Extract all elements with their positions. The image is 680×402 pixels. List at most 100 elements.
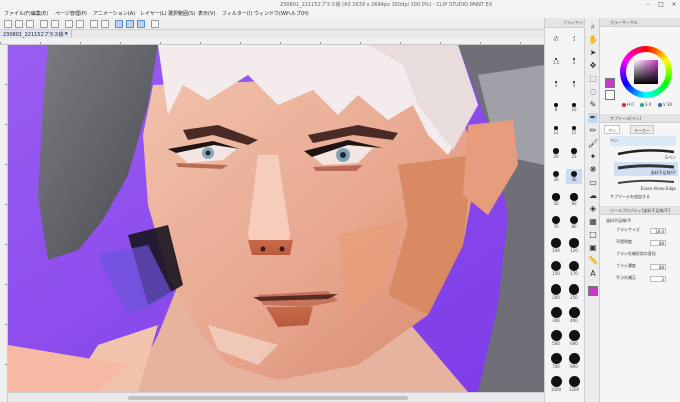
brush-size-option[interactable]: 250 xyxy=(566,284,582,300)
fill-icon[interactable]: ◈ xyxy=(588,204,598,214)
menu-view[interactable]: 表示(V) xyxy=(198,10,215,17)
brush-size-option[interactable]: 150 xyxy=(548,261,564,276)
zoom-icon[interactable]: ⌕ xyxy=(588,22,598,32)
tool-property-row[interactable]: ブラシサイズ 18.0 xyxy=(616,227,678,236)
save-icon[interactable] xyxy=(26,20,34,28)
brush-size-option[interactable]: 170 xyxy=(566,261,582,276)
transform-icon[interactable] xyxy=(76,20,84,28)
airbrush-icon[interactable]: ✦ xyxy=(588,152,598,162)
deselect-icon[interactable] xyxy=(90,20,98,28)
brush-size-option[interactable]: 500 xyxy=(548,330,564,346)
tab-close-icon[interactable]: × xyxy=(64,31,68,37)
brush-size-option[interactable]: 2 xyxy=(566,54,582,69)
brush-size-option[interactable]: 5 xyxy=(566,77,582,92)
menu-layer[interactable]: レイヤー(L) xyxy=(140,10,167,17)
menu-edit[interactable]: 編集(E) xyxy=(31,10,48,17)
minimize-button[interactable]: – xyxy=(642,0,654,9)
add-subtool-button[interactable]: サブツールを追加する xyxy=(610,192,676,202)
tool-property-value[interactable]: 3 xyxy=(650,276,666,282)
menu-file[interactable]: ファイル(F) xyxy=(4,10,31,17)
maximize-button[interactable]: □ xyxy=(655,0,667,9)
main-color-chip[interactable] xyxy=(605,78,615,88)
brush-size-option[interactable]: 40 xyxy=(566,169,582,184)
lasso-icon[interactable]: ◌ xyxy=(588,87,598,97)
menu-select[interactable]: 選択範囲(S) xyxy=(168,10,195,17)
brush-size-option[interactable]: 600 xyxy=(566,330,582,346)
invert-icon[interactable] xyxy=(101,20,109,28)
clear-icon[interactable] xyxy=(65,20,73,28)
brush-size-option[interactable]: 1200 xyxy=(566,376,582,392)
color-wheel[interactable] xyxy=(620,46,672,98)
brush-size-option[interactable]: 120 xyxy=(566,238,582,253)
brush-size-option[interactable]: 1000 xyxy=(548,376,564,392)
brush-size-option[interactable]: 15 xyxy=(566,123,582,138)
tool-property-row[interactable]: 不透明度 88 xyxy=(616,239,678,248)
pen-icon[interactable]: ✒ xyxy=(588,113,598,123)
hand-icon[interactable]: ✋ xyxy=(588,35,598,45)
menu-filter[interactable]: フィルター(I) xyxy=(222,10,252,17)
eraser-icon[interactable]: ▭ xyxy=(588,178,598,188)
brush-size-option[interactable]: 12 xyxy=(548,123,564,138)
tool-property-row[interactable]: ブラシ濃度 88 xyxy=(616,263,678,272)
brush-size-option[interactable]: 1 xyxy=(566,31,582,46)
subtool-item-pen[interactable]: ペン xyxy=(610,136,676,146)
brush-size-option[interactable]: 80 xyxy=(566,215,582,230)
eyedropper-icon[interactable]: ✎ xyxy=(588,100,598,110)
brush-size-option[interactable]: 30 xyxy=(548,169,564,184)
subtool-item-gpen[interactable]: Gペン xyxy=(614,147,678,161)
decoration-icon[interactable]: ❋ xyxy=(588,165,598,175)
frame-icon[interactable]: ▣ xyxy=(588,243,598,253)
sub-color-chip[interactable] xyxy=(605,90,615,100)
snap-ruler-icon[interactable] xyxy=(115,20,123,28)
open-file-icon[interactable] xyxy=(15,20,23,28)
snap-grid-icon[interactable] xyxy=(137,20,145,28)
tool-property-row[interactable]: 手ぶれ補正 3 xyxy=(616,275,678,284)
document-tab[interactable]: 230801_221152プラス絵 * × xyxy=(0,30,72,38)
text-icon[interactable]: A xyxy=(588,269,598,279)
brush-size-option[interactable]: 800 xyxy=(566,353,582,369)
saturation-value-square[interactable] xyxy=(634,60,658,84)
redo-icon[interactable] xyxy=(51,20,59,28)
pencil-icon[interactable]: ✏ xyxy=(588,126,598,136)
menu-animation[interactable]: アニメーション(A) xyxy=(93,10,135,17)
brush-size-option[interactable]: 300 xyxy=(548,307,564,323)
selection-icon[interactable]: ⬚ xyxy=(588,74,598,84)
tool-property-value[interactable]: 18.0 xyxy=(650,228,666,234)
quick-access-icon[interactable] xyxy=(151,20,159,28)
menu-help[interactable]: ヘルプ(H) xyxy=(286,10,309,17)
operation-icon[interactable]: ➤ xyxy=(588,48,598,58)
brush-size-option[interactable]: 700 xyxy=(548,353,564,369)
brush-size-option[interactable]: 100 xyxy=(548,238,564,253)
tool-property-row[interactable]: ブラシ先端形状の変化 xyxy=(616,251,678,260)
horizontal-scrollbar[interactable] xyxy=(8,392,544,402)
gradient-icon[interactable]: ▦ xyxy=(588,217,598,227)
close-button[interactable]: × xyxy=(668,0,680,9)
snap-guide-icon[interactable] xyxy=(126,20,134,28)
brush-size-option[interactable]: 60 xyxy=(566,192,582,207)
new-file-icon[interactable] xyxy=(4,20,12,28)
brush-size-option[interactable]: 8 xyxy=(548,100,564,115)
brush-size-option[interactable]: 10 xyxy=(566,100,582,115)
tool-property-value[interactable]: 88 xyxy=(650,264,666,270)
scrollbar-thumb[interactable] xyxy=(128,396,408,400)
brush-size-option[interactable]: 400 xyxy=(566,307,582,323)
brush-size-option[interactable]: 1.5 xyxy=(548,54,564,69)
menu-page[interactable]: ページ管理(P) xyxy=(55,10,87,17)
tool-property-value[interactable]: 88 xyxy=(650,240,666,246)
subtool-item-paint-short[interactable]: 塗料不足線/不 xyxy=(614,162,678,176)
figure-icon[interactable]: □ xyxy=(588,230,598,240)
move-layer-icon[interactable]: ✥ xyxy=(588,61,598,71)
brush-size-option[interactable]: 200 xyxy=(548,284,564,300)
canvas[interactable] xyxy=(8,45,544,392)
brush-size-option[interactable]: 70 xyxy=(548,215,564,230)
tab-marker[interactable]: マーカー xyxy=(630,125,654,134)
ruler-icon[interactable]: 📏 xyxy=(588,256,598,266)
brush-icon[interactable]: 🖌 xyxy=(588,139,598,149)
blend-icon[interactable]: ☁ xyxy=(588,191,598,201)
menu-window[interactable]: ウィンドウ(W) xyxy=(254,10,288,17)
brush-size-option[interactable]: 25 xyxy=(566,146,582,161)
tab-pen[interactable]: ペン xyxy=(604,125,620,134)
main-color-swatch[interactable] xyxy=(588,286,598,296)
brush-size-option[interactable]: 67 xyxy=(548,31,564,46)
brush-size-option[interactable]: 50 xyxy=(548,192,564,207)
